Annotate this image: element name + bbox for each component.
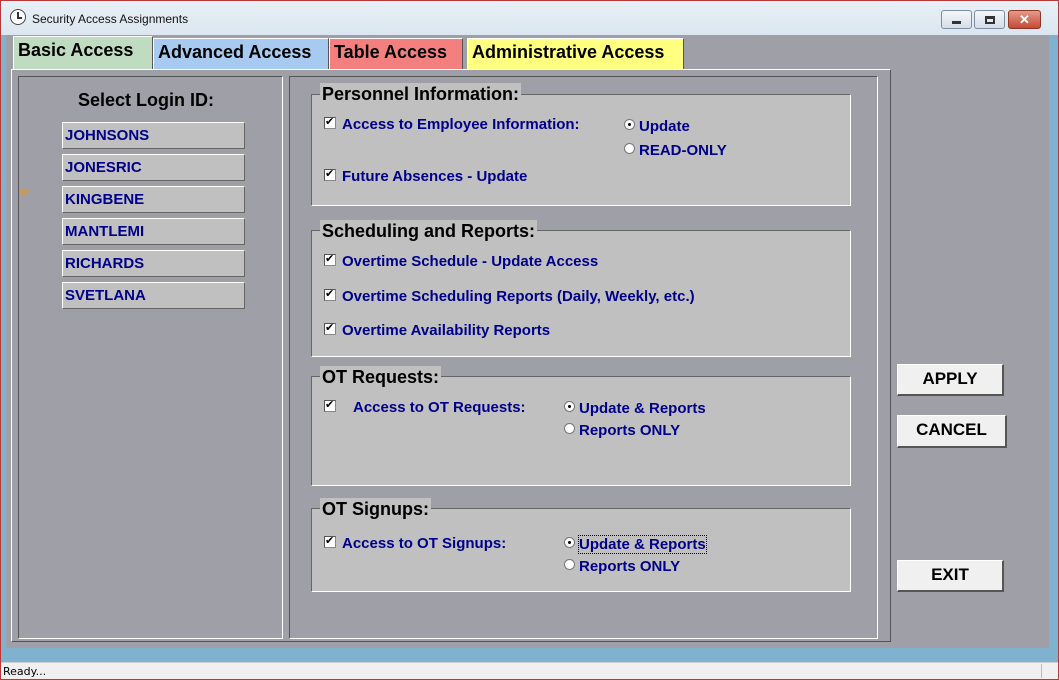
personnel-group-title: Personnel Information: <box>320 83 522 105</box>
status-pane <box>1041 664 1057 678</box>
overtime-reports-label: Overtime Scheduling Reports (Daily, Week… <box>342 288 695 305</box>
minimize-icon <box>942 11 971 28</box>
security-access-window: Security Access Assignments ✕ Basic Acce… <box>0 0 1059 680</box>
status-text: Ready... <box>3 665 47 678</box>
ot-requests-checkbox[interactable] <box>324 398 336 412</box>
tab-table-access[interactable]: Table Access <box>329 38 463 69</box>
ot-signups-reports-radio[interactable] <box>564 559 575 570</box>
ot-signups-update-label: Update & Reports <box>578 535 707 554</box>
tab-advanced-access[interactable]: Advanced Access <box>153 38 329 69</box>
login-item-richards[interactable]: RICHARDS <box>62 250 245 277</box>
overtime-schedule-label: Overtime Schedule - Update Access <box>342 253 599 270</box>
close-icon: ✕ <box>1019 11 1030 27</box>
maximize-icon <box>975 11 1004 28</box>
title-bar: Security Access Assignments ✕ <box>1 1 1058 35</box>
ot-signups-reports-label: Reports ONLY <box>579 558 681 575</box>
close-button[interactable]: ✕ <box>1008 10 1041 29</box>
cancel-button-label: CANCEL <box>916 420 987 439</box>
apply-button[interactable]: APPLY <box>897 364 1004 396</box>
login-list-title: Select Login ID: <box>78 90 215 110</box>
window-title: Security Access Assignments <box>32 12 189 26</box>
login-item-mantlemi[interactable]: MANTLEMI <box>62 218 245 245</box>
ot-signups-checkbox[interactable] <box>324 534 336 548</box>
ot-signups-update-radio[interactable] <box>564 537 575 548</box>
future-absences-label: Future Absences - Update <box>342 168 528 185</box>
ot-requests-label: Access to OT Requests: <box>353 399 526 416</box>
employee-info-label: Access to Employee Information: <box>342 116 580 133</box>
pointing-hand-icon: ☛ <box>19 184 33 201</box>
exit-button-label: EXIT <box>931 565 969 584</box>
ot-signups-group-title: OT Signups: <box>320 498 431 520</box>
employee-readonly-label: READ-ONLY <box>639 142 727 159</box>
overtime-availability-checkbox[interactable] <box>324 321 336 335</box>
ot-signups-label: Access to OT Signups: <box>342 535 507 552</box>
employee-update-radio[interactable] <box>624 119 635 130</box>
ot-requests-update-radio[interactable] <box>564 401 575 412</box>
login-item-johnsons[interactable]: JOHNSONS <box>62 122 245 149</box>
clock-icon <box>10 9 26 25</box>
cancel-button[interactable]: CANCEL <box>897 415 1007 448</box>
employee-readonly-radio[interactable] <box>624 143 635 154</box>
exit-button[interactable]: EXIT <box>897 560 1004 592</box>
ot-requests-reports-label: Reports ONLY <box>579 422 681 439</box>
tab-administrative-access[interactable]: Administrative Access <box>467 38 684 69</box>
maximize-button[interactable] <box>974 10 1005 29</box>
status-bar: Ready... <box>1 662 1058 679</box>
employee-update-label: Update <box>639 118 690 135</box>
tab-basic-access[interactable]: Basic Access <box>13 36 153 69</box>
ot-requests-reports-radio[interactable] <box>564 423 575 434</box>
scheduling-group-title: Scheduling and Reports: <box>320 220 538 242</box>
overtime-reports-checkbox[interactable] <box>324 287 336 301</box>
minimize-button[interactable] <box>941 10 972 29</box>
personnel-group <box>311 94 851 206</box>
ot-requests-group-title: OT Requests: <box>320 366 442 388</box>
login-item-jonesric[interactable]: JONESRIC <box>62 154 245 181</box>
employee-info-checkbox[interactable] <box>324 115 336 129</box>
ot-requests-update-label: Update & Reports <box>579 400 706 417</box>
overtime-availability-label: Overtime Availability Reports <box>342 322 551 339</box>
client-area: Basic Access Advanced Access Table Acces… <box>6 35 1049 648</box>
login-item-kingbene[interactable]: KINGBENE <box>62 186 245 213</box>
login-item-svetlana[interactable]: SVETLANA <box>62 282 245 309</box>
overtime-schedule-checkbox[interactable] <box>324 252 336 266</box>
future-absences-checkbox[interactable] <box>324 167 336 181</box>
apply-button-label: APPLY <box>922 369 978 388</box>
